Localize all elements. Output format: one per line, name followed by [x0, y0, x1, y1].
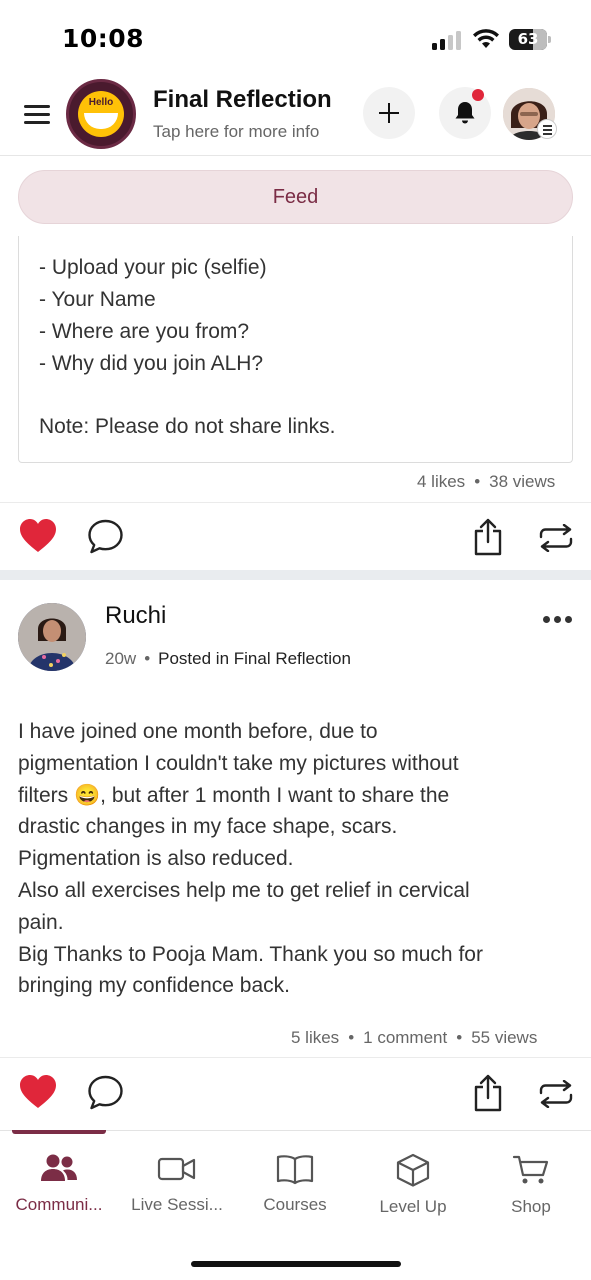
comment-icon[interactable]	[87, 519, 124, 554]
nav-label: Live Sessi...	[131, 1195, 223, 1214]
group-subtitle[interactable]: Tap here for more info	[153, 122, 319, 142]
tab-feed-label: Feed	[272, 186, 319, 208]
more-options-icon[interactable]	[541, 616, 575, 626]
post-text-line: - Where are you from?	[39, 320, 250, 343]
video-icon	[157, 1157, 196, 1181]
post-separator	[0, 570, 591, 580]
views-count: 38 views	[489, 472, 556, 491]
author-name[interactable]: Ruchi	[105, 602, 166, 630]
heart-filled-icon[interactable]	[19, 518, 57, 554]
community-icon	[41, 1154, 77, 1181]
likes-count[interactable]: 5 likes	[291, 1028, 339, 1047]
share-icon[interactable]	[472, 517, 504, 557]
nav-courses[interactable]: Courses	[236, 1153, 354, 1215]
post-actions	[0, 1057, 591, 1125]
share-icon[interactable]	[472, 1073, 504, 1113]
comment-icon[interactable]	[87, 1075, 124, 1110]
home-indicator[interactable]	[191, 1261, 401, 1267]
group-title[interactable]: Final Reflection	[153, 86, 332, 114]
post-meta: 20w • Posted in Final Reflection	[105, 649, 351, 668]
cellular-signal-icon	[432, 31, 461, 50]
avatar-menu-badge[interactable]	[537, 119, 557, 139]
posted-in[interactable]: Posted in Final Reflection	[158, 649, 351, 668]
post-stats: 5 likes • 1 comment • 55 views	[291, 1028, 538, 1047]
post-body-line: pigmentation I couldn't take my pictures…	[18, 751, 459, 775]
repost-icon[interactable]	[538, 524, 574, 552]
cart-icon	[512, 1155, 549, 1184]
nav-shop[interactable]: Shop	[472, 1153, 590, 1217]
post-actions	[0, 502, 591, 570]
bell-icon	[455, 102, 475, 124]
nav-live-sessions[interactable]: Live Sessi...	[118, 1153, 236, 1215]
post-age: 20w	[105, 649, 137, 668]
post-text-line: - Upload your pic (selfie)	[39, 256, 267, 279]
post-body-line: I have joined one month before, due to	[18, 720, 378, 743]
battery-icon: 63	[509, 29, 551, 50]
repost-icon[interactable]	[538, 1080, 574, 1108]
active-tab-indicator	[12, 1130, 106, 1134]
post-body-line: Big Thanks to Pooja Mam. Thank you so mu…	[18, 942, 483, 966]
post-body: I have joined one month before, due to p…	[18, 716, 578, 1002]
post-body-line: bringing my confidence back.	[18, 974, 290, 998]
author-avatar[interactable]	[18, 603, 86, 671]
nav-community[interactable]: Communi...	[0, 1153, 118, 1215]
group-header: Hello Final Reflection Tap here for more…	[0, 78, 591, 156]
book-icon	[276, 1155, 314, 1185]
status-bar: 10:08 63	[0, 0, 591, 78]
post-body-line: pain.	[18, 910, 64, 934]
nav-label: Courses	[263, 1195, 327, 1214]
status-time: 10:08	[62, 24, 145, 53]
author-photo	[18, 603, 86, 671]
nav-label: Shop	[511, 1197, 551, 1216]
notification-dot	[472, 89, 484, 101]
tab-feed[interactable]: Feed	[18, 170, 573, 224]
post-body-line: Pigmentation is also reduced.	[18, 847, 294, 871]
notifications-button[interactable]	[439, 87, 491, 139]
post-body-line: drastic changes in my face shape, scars.	[18, 815, 398, 839]
views-count: 55 views	[471, 1028, 538, 1047]
battery-level: 63	[517, 30, 539, 48]
cube-icon	[396, 1153, 430, 1187]
nav-label: Level Up	[379, 1197, 447, 1216]
post-body-line: Also all exercises help me to get relief…	[18, 878, 470, 902]
post-card: - Upload your pic (selfie) - Your Name -…	[18, 236, 573, 463]
bottom-navigation: Communi... Live Sessi... Courses Level U…	[0, 1130, 591, 1280]
post-body-line: filters 😄, but after 1 month I want to s…	[18, 783, 450, 807]
post-text-line: - Why did you join ALH?	[39, 352, 264, 375]
logo-text: Hello	[88, 97, 114, 108]
post-text-line: - Your Name	[39, 288, 156, 311]
post-text-line: Note: Please do not share links.	[39, 415, 336, 438]
hamburger-menu-icon[interactable]	[22, 102, 52, 126]
add-post-button[interactable]	[363, 87, 415, 139]
post-stats: 4 likes • 38 views	[417, 472, 556, 491]
nav-label: Communi...	[15, 1195, 103, 1214]
wifi-icon	[473, 29, 499, 48]
nav-level-up[interactable]: Level Up	[354, 1153, 472, 1217]
comments-count[interactable]: 1 comment	[363, 1028, 447, 1047]
heart-filled-icon[interactable]	[19, 1074, 57, 1110]
group-logo[interactable]: Hello	[66, 79, 136, 149]
likes-count[interactable]: 4 likes	[417, 472, 465, 491]
